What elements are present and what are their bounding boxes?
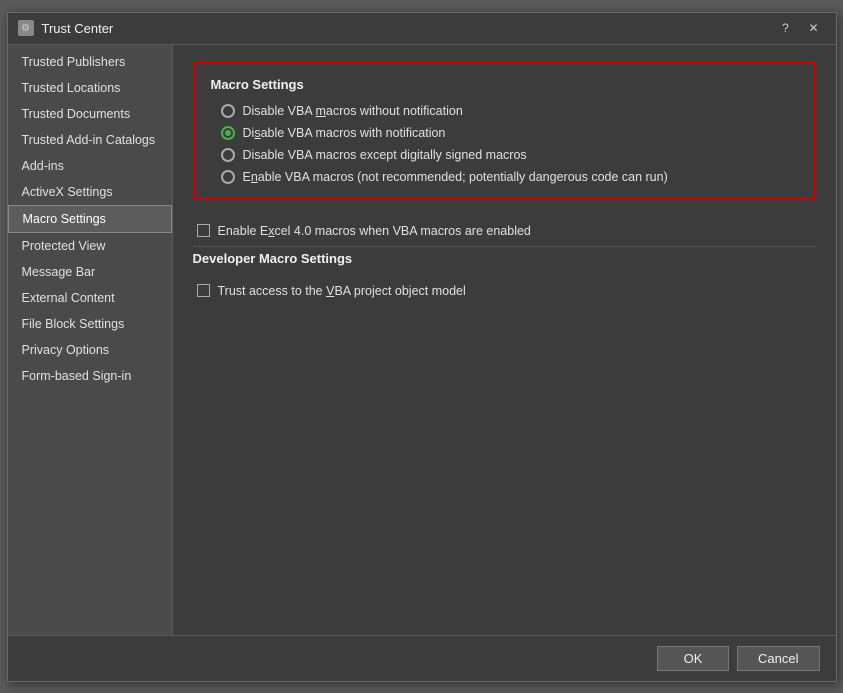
sidebar-item-message-bar[interactable]: Message Bar	[8, 259, 172, 285]
developer-section: Developer Macro Settings Trust access to…	[193, 251, 816, 306]
title-bar-controls: ? ✕	[774, 18, 826, 38]
radio-circle-disable-signed	[221, 148, 235, 162]
radio-label-enable-all: Enable VBA macros (not recommended; pote…	[243, 170, 668, 184]
close-button[interactable]: ✕	[802, 18, 826, 38]
sidebar-item-protected-view[interactable]: Protected View	[8, 233, 172, 259]
sidebar-item-trusted-publishers[interactable]: Trusted Publishers	[8, 49, 172, 75]
sidebar-item-activex-settings[interactable]: ActiveX Settings	[8, 179, 172, 205]
radio-label-disable-no-notify: Disable VBA macros without notification	[243, 104, 463, 118]
sidebar-item-trusted-documents[interactable]: Trusted Documents	[8, 101, 172, 127]
radio-circle-disable-notify	[221, 126, 235, 140]
radio-group: Disable VBA macros without notification …	[211, 104, 798, 184]
dialog-footer: OK Cancel	[8, 635, 836, 681]
radio-enable-all[interactable]: Enable VBA macros (not recommended; pote…	[221, 170, 798, 184]
vba-access-label: Trust access to the VBA project object m…	[218, 284, 466, 298]
sidebar-item-privacy-options[interactable]: Privacy Options	[8, 337, 172, 363]
ok-button[interactable]: OK	[657, 646, 729, 671]
excel-macros-checkbox[interactable]	[197, 224, 210, 237]
developer-section-title: Developer Macro Settings	[193, 251, 816, 266]
radio-disable-no-notify[interactable]: Disable VBA macros without notification	[221, 104, 798, 118]
vba-access-checkbox[interactable]	[197, 284, 210, 297]
dialog-body: Trusted Publishers Trusted Locations Tru…	[8, 45, 836, 635]
sidebar-item-trusted-add-in-catalogs[interactable]: Trusted Add-in Catalogs	[8, 127, 172, 153]
radio-circle-enable-all	[221, 170, 235, 184]
dialog-title: Trust Center	[42, 21, 114, 36]
content-area: Macro Settings Disable VBA macros withou…	[173, 45, 836, 635]
radio-disable-signed[interactable]: Disable VBA macros except digitally sign…	[221, 148, 798, 162]
help-button[interactable]: ?	[774, 18, 798, 38]
sidebar-item-macro-settings[interactable]: Macro Settings	[8, 205, 172, 233]
sidebar-item-external-content[interactable]: External Content	[8, 285, 172, 311]
radio-disable-notify[interactable]: Disable VBA macros with notification	[221, 126, 798, 140]
vba-access-row: Trust access to the VBA project object m…	[193, 276, 816, 306]
radio-label-disable-notify: Disable VBA macros with notification	[243, 126, 446, 140]
title-bar: ⚙ Trust Center ? ✕	[8, 13, 836, 45]
trust-center-dialog: ⚙ Trust Center ? ✕ Trusted Publishers Tr…	[7, 12, 837, 682]
sidebar-item-form-based-sign-in[interactable]: Form-based Sign-in	[8, 363, 172, 389]
sidebar-item-file-block-settings[interactable]: File Block Settings	[8, 311, 172, 337]
dialog-icon: ⚙	[18, 20, 34, 36]
macro-settings-title: Macro Settings	[211, 77, 798, 92]
sidebar: Trusted Publishers Trusted Locations Tru…	[8, 45, 173, 635]
excel-macros-row: Enable Excel 4.0 macros when VBA macros …	[193, 216, 816, 247]
radio-label-disable-signed: Disable VBA macros except digitally sign…	[243, 148, 527, 162]
sidebar-item-add-ins[interactable]: Add-ins	[8, 153, 172, 179]
title-bar-left: ⚙ Trust Center	[18, 20, 114, 36]
cancel-button[interactable]: Cancel	[737, 646, 819, 671]
macro-settings-section: Macro Settings Disable VBA macros withou…	[193, 61, 816, 200]
excel-macros-label: Enable Excel 4.0 macros when VBA macros …	[218, 224, 531, 238]
radio-circle-disable-no-notify	[221, 104, 235, 118]
sidebar-item-trusted-locations[interactable]: Trusted Locations	[8, 75, 172, 101]
